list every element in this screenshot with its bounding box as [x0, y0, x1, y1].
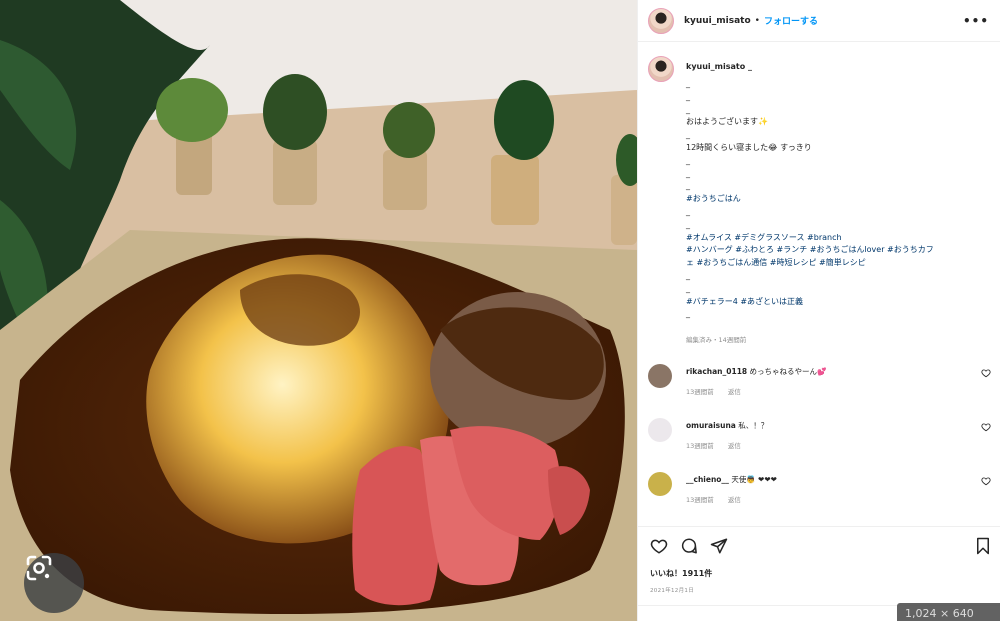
omurice-photo-illustration	[0, 0, 637, 621]
image-dimensions-badge: 1,024 × 640	[897, 603, 1000, 621]
caption-line: _	[686, 270, 690, 280]
commenter-avatar[interactable]	[648, 418, 672, 442]
comment-meta: 13週間前 返信	[686, 386, 753, 396]
caption-line: _	[686, 206, 690, 216]
comment-item: __chieno__ 天使👼 ❤❤❤ 13週間前 返信	[648, 470, 993, 510]
commenter-username[interactable]: __chieno__	[686, 475, 729, 484]
hashtag-line[interactable]: #オムライス #デミグラスソース #branch	[686, 232, 991, 245]
caption-line: _	[686, 309, 690, 319]
caption-line: _	[686, 91, 690, 101]
follow-button[interactable]: フォローする	[764, 14, 818, 27]
reply-button[interactable]: 返信	[728, 496, 741, 504]
commenter-avatar[interactable]	[648, 472, 672, 496]
caption-username[interactable]: kyuui_misato _	[686, 62, 752, 71]
commenter-username[interactable]: omuraisuna	[686, 421, 736, 430]
commenter-username[interactable]: rikachan_0118	[686, 367, 747, 376]
hashtag-line[interactable]: #バチェラー4 #あざといは正義	[686, 296, 991, 309]
comment-text: omuraisuna 私、！？	[686, 420, 768, 431]
post-date: 2021年12月1日	[650, 588, 694, 594]
caption-line: おはようございます✨	[686, 117, 768, 127]
reply-button[interactable]: 返信	[728, 388, 741, 396]
hashtag-line[interactable]: #おうちごはん	[686, 193, 991, 206]
comment-time: 13週間前	[686, 496, 714, 504]
caption-line: _	[686, 181, 690, 191]
comment-meta: 13週間前 返信	[686, 494, 753, 504]
action-icons	[650, 537, 728, 555]
caption-line: _	[686, 283, 690, 293]
header-separator: •	[754, 15, 760, 26]
comment-body: めっちゃねるやーん💕	[749, 367, 827, 376]
comment-time: 13週間前	[686, 388, 714, 396]
caption-meta: 編集済み・14週間前	[686, 336, 747, 344]
google-lens-icon	[26, 555, 52, 581]
more-options-button[interactable]: •••	[963, 14, 989, 28]
author-username[interactable]: kyuui_misato	[684, 16, 751, 26]
comment-item: omuraisuna 私、！？ 13週間前 返信	[648, 416, 993, 456]
instagram-post-view: kyuui_misato • フォローする ••• kyuui_misato _…	[0, 0, 1000, 621]
heart-icon[interactable]	[981, 422, 991, 432]
post-header: kyuui_misato • フォローする •••	[638, 0, 1000, 42]
share-icon[interactable]	[710, 537, 728, 555]
post-photo[interactable]	[0, 0, 637, 621]
heart-icon[interactable]	[650, 537, 668, 555]
caption-avatar[interactable]	[648, 56, 674, 82]
caption-line: _	[686, 155, 690, 165]
comment-meta: 13週間前 返信	[686, 440, 753, 450]
commenter-avatar[interactable]	[648, 364, 672, 388]
comment-text: __chieno__ 天使👼 ❤❤❤	[686, 474, 777, 485]
caption-line: 12時間くらい寝ました😂 すっきり	[686, 142, 812, 152]
like-count[interactable]: いいね！1911件	[650, 568, 712, 579]
caption-line: _	[686, 79, 690, 88]
author-avatar[interactable]	[648, 7, 674, 34]
caption-line: _	[686, 168, 690, 178]
reply-button[interactable]: 返信	[728, 442, 741, 450]
post-side-panel: kyuui_misato • フォローする ••• kyuui_misato _…	[637, 0, 1000, 621]
comment-body: 私、！？	[738, 421, 769, 430]
caption-line: _	[686, 130, 690, 140]
bookmark-icon[interactable]	[975, 537, 991, 555]
comment-item: rikachan_0118 めっちゃねるやーん💕 13週間前 返信	[648, 362, 993, 402]
comment-icon[interactable]	[680, 537, 698, 555]
heart-icon[interactable]	[981, 476, 991, 486]
hashtag-line[interactable]: ェ #おうちごはん通信 #時短レシピ #簡単レシピ	[686, 257, 991, 270]
google-lens-button[interactable]	[24, 553, 84, 613]
comment-time: 13週間前	[686, 442, 714, 450]
hashtag-line[interactable]: #ハンバーグ #ふわとろ #ランチ #おうちごはんlover #おうちカフ	[686, 244, 991, 257]
caption-line: _	[686, 104, 690, 114]
caption-text: _ _ _ おはようございます✨ _ 12時間くらい寝ました😂 すっきり _ _…	[686, 78, 991, 321]
heart-icon[interactable]	[981, 368, 991, 378]
caption-line: _	[686, 219, 690, 229]
comment-body: 天使👼 ❤❤❤	[731, 475, 777, 484]
comment-text: rikachan_0118 めっちゃねるやーん💕	[686, 366, 826, 377]
